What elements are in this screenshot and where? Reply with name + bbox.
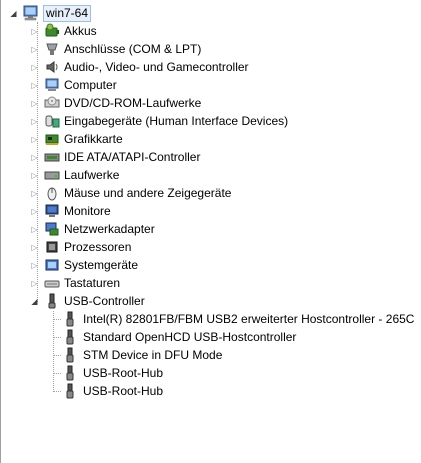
category-label: DVD/CD-ROM-Laufwerke — [64, 96, 202, 110]
collapse-arrow-icon[interactable]: ▷ — [30, 279, 39, 288]
system-device-icon — [44, 257, 60, 273]
category-label: IDE ATA/ATAPI-Controller — [64, 150, 201, 164]
category-row[interactable]: ▷ DVD/CD-ROM-Laufwerke — [1, 94, 421, 112]
category-label: Computer — [64, 78, 117, 92]
usb-plug-icon — [62, 365, 78, 381]
speaker-icon — [44, 59, 60, 75]
category-label: Systemgeräte — [64, 258, 139, 272]
battery-icon — [44, 23, 60, 39]
tree-root-label: win7-64 — [43, 5, 92, 22]
collapse-arrow-icon[interactable]: ▷ — [30, 243, 39, 252]
tree-connector — [53, 337, 61, 338]
tree-connector — [53, 391, 61, 392]
category-row[interactable]: ▷ Netzwerkadapter — [1, 220, 421, 238]
category-row[interactable]: ▷ Anschlüsse (COM & LPT) — [1, 40, 421, 58]
category-label: Mäuse und andere Zeigegeräte — [64, 186, 232, 200]
collapse-arrow-icon[interactable]: ▷ — [30, 63, 39, 72]
usb-device-row[interactable]: USB-Root-Hub — [1, 382, 421, 400]
device-manager-tree: ◢ win7-64 ▷ Akkus ▷ Anschlüsse (COM & LPT) ▷… — [0, 0, 421, 463]
category-label: Anschlüsse (COM & LPT) — [64, 42, 202, 56]
collapse-arrow-icon[interactable]: ▷ — [30, 261, 39, 270]
collapse-arrow-icon[interactable]: ▷ — [30, 225, 39, 234]
category-row[interactable]: ▷ IDE ATA/ATAPI-Controller — [1, 148, 421, 166]
category-label: Netzwerkadapter — [64, 222, 155, 236]
keyboard-icon — [44, 275, 60, 291]
hid-icon — [44, 113, 60, 129]
usb-device-row[interactable]: Intel(R) 82801FB/FBM USB2 erweiterter Ho… — [1, 310, 421, 328]
collapse-arrow-icon[interactable]: ▷ — [30, 189, 39, 198]
tree-connector — [53, 355, 61, 356]
category-row[interactable]: ▷ Audio-, Video- und Gamecontroller — [1, 58, 421, 76]
category-label: Tastaturen — [64, 276, 121, 290]
collapse-arrow-icon[interactable]: ▷ — [30, 45, 39, 54]
category-label: Laufwerke — [64, 168, 120, 182]
category-row[interactable]: ▷ Grafikkarte — [1, 130, 421, 148]
collapse-arrow-icon[interactable]: ▷ — [30, 99, 39, 108]
category-row[interactable]: ▷ Monitore — [1, 202, 421, 220]
usb-device-row[interactable]: Standard OpenHCD USB-Hostcontroller — [1, 328, 421, 346]
processor-icon — [44, 239, 60, 255]
collapse-arrow-icon[interactable]: ▷ — [30, 171, 39, 180]
display-adapter-icon — [44, 131, 60, 147]
usb-device-label: Intel(R) 82801FB/FBM USB2 erweiterter Ho… — [83, 312, 415, 326]
category-label: Akkus — [64, 24, 97, 38]
ide-controller-icon — [44, 149, 60, 165]
category-row[interactable]: ▷ Eingabegeräte (Human Interface Devices) — [1, 112, 421, 130]
category-label: Grafikkarte — [64, 132, 123, 146]
category-label: Prozessoren — [64, 240, 132, 254]
category-label: USB-Controller — [64, 294, 145, 308]
collapse-arrow-icon[interactable]: ▷ — [30, 207, 39, 216]
usb-icon — [44, 293, 60, 309]
category-label: Audio-, Video- und Gamecontroller — [64, 60, 249, 74]
monitor-icon — [44, 203, 60, 219]
usb-device-label: STM Device in DFU Mode — [83, 348, 223, 362]
tree-root[interactable]: ◢ win7-64 — [1, 4, 421, 22]
usb-device-row[interactable]: USB-Root-Hub — [1, 364, 421, 382]
category-row[interactable]: ▷ Laufwerke — [1, 166, 421, 184]
usb-device-row[interactable]: STM Device in DFU Mode — [1, 346, 421, 364]
disk-drive-icon — [44, 167, 60, 183]
usb-device-label: Standard OpenHCD USB-Hostcontroller — [83, 330, 297, 344]
usb-plug-icon — [62, 311, 78, 327]
collapse-arrow-icon[interactable]: ▷ — [30, 27, 39, 36]
usb-plug-icon — [62, 383, 78, 399]
computer-icon — [44, 77, 60, 93]
category-row[interactable]: ▷ Mäuse und andere Zeigegeräte — [1, 184, 421, 202]
collapse-arrow-icon[interactable]: ▷ — [30, 81, 39, 90]
category-row[interactable]: ▷ Akkus — [1, 22, 421, 40]
tree-connector — [53, 319, 61, 320]
category-row[interactable]: ▷ Computer — [1, 76, 421, 94]
mouse-icon — [44, 185, 60, 201]
network-adapter-icon — [44, 221, 60, 237]
usb-device-label: USB-Root-Hub — [83, 384, 164, 398]
usb-plug-icon — [62, 329, 78, 345]
category-row[interactable]: ▷ Prozessoren — [1, 238, 421, 256]
category-row[interactable]: ◢ USB-Controller — [1, 292, 421, 310]
dvd-drive-icon — [44, 95, 60, 111]
expand-arrow-icon[interactable]: ◢ — [30, 297, 39, 306]
category-row[interactable]: ▷ Systemgeräte — [1, 256, 421, 274]
expand-arrow-icon[interactable]: ◢ — [9, 9, 18, 18]
port-icon — [44, 41, 60, 57]
category-label: Eingabegeräte (Human Interface Devices) — [64, 114, 289, 128]
usb-device-label: USB-Root-Hub — [83, 366, 164, 380]
computer-icon — [22, 5, 38, 21]
tree-connector — [53, 373, 61, 374]
collapse-arrow-icon[interactable]: ▷ — [30, 153, 39, 162]
category-row[interactable]: ▷ Tastaturen — [1, 274, 421, 292]
category-label: Monitore — [64, 204, 111, 218]
collapse-arrow-icon[interactable]: ▷ — [30, 135, 39, 144]
collapse-arrow-icon[interactable]: ▷ — [30, 117, 39, 126]
usb-plug-icon — [62, 347, 78, 363]
